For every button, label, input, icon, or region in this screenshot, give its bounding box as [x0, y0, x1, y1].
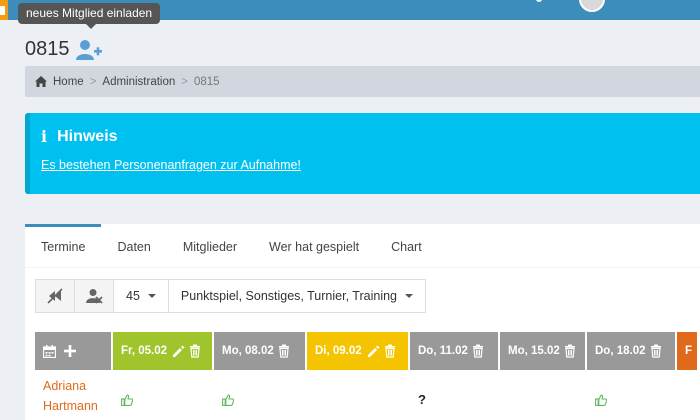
trash-icon[interactable]: [189, 344, 201, 358]
attendance-cell[interactable]: [677, 370, 697, 420]
attendance-unknown: ?: [418, 392, 426, 407]
chevron-down-icon: [147, 294, 156, 298]
attendance-cell[interactable]: [307, 370, 408, 420]
breadcrumb-home[interactable]: Home: [53, 76, 84, 88]
tab-termine[interactable]: Termine: [25, 224, 102, 268]
attendance-cell[interactable]: ?: [410, 370, 498, 420]
breadcrumb-current: 0815: [194, 75, 220, 88]
count-select[interactable]: 45: [113, 279, 169, 313]
date-column-header[interactable]: Fr, 05.02: [113, 332, 212, 370]
tab-chart[interactable]: Chart: [375, 224, 438, 268]
collapse-button[interactable]: [35, 279, 75, 313]
plus-icon[interactable]: [64, 345, 76, 357]
user-avatar[interactable]: [579, 0, 605, 12]
info-callout: i Hinweis Es bestehen Personenanfragen z…: [25, 113, 700, 194]
attendance-cell[interactable]: [500, 370, 585, 420]
tab-mitglieder[interactable]: Mitglieder: [167, 224, 253, 268]
tab-wer-hat-gespielt[interactable]: Wer hat gespielt: [253, 224, 375, 268]
trash-icon[interactable]: [278, 344, 290, 358]
member-name[interactable]: Adriana Hartmann: [35, 370, 111, 416]
tab-bar: Termine Daten Mitglieder Wer hat gespiel…: [25, 224, 700, 268]
date-column-header[interactable]: Do, 18.02: [587, 332, 675, 370]
attendance-table: Adriana Hartmann Fr, 05.02 Mo, 08.02 Di, 0…: [35, 332, 699, 420]
date-column-label: Mo, 08.02: [222, 345, 274, 357]
date-column-header[interactable]: Mo, 08.02: [214, 332, 305, 370]
thumbs-up-icon: [121, 393, 133, 406]
attendance-cell[interactable]: [587, 370, 675, 420]
date-column: Do, 11.02?: [410, 332, 498, 420]
trash-icon[interactable]: [384, 344, 396, 358]
calendar-icon[interactable]: [43, 344, 56, 358]
appointments-toolbar: 45 Punktspiel, Sonstiges, Turnier, Train…: [35, 279, 426, 313]
tab-daten[interactable]: Daten: [101, 224, 166, 268]
date-column-label: Fr, 05.02: [121, 345, 168, 357]
date-column-label: F: [685, 345, 693, 357]
date-column-label: Do, 11.02: [418, 345, 468, 357]
date-column-header[interactable]: Do, 11.02: [410, 332, 498, 370]
breadcrumb-separator: >: [89, 75, 97, 88]
date-column: Fr, 05.02: [113, 332, 212, 420]
attendance-cell[interactable]: [113, 370, 212, 420]
app-logo[interactable]: [0, 0, 8, 20]
attendance-cell[interactable]: [214, 370, 305, 420]
user-plus-icon[interactable]: [75, 39, 103, 61]
collapse-icon: [47, 288, 63, 304]
membership-requests-link[interactable]: Es bestehen Personenanfragen zur Aufnahm…: [41, 158, 301, 172]
page-header: 0815: [25, 38, 103, 61]
event-type-filter[interactable]: Punktspiel, Sonstiges, Turnier, Training: [167, 279, 426, 313]
notification-icon[interactable]: [536, 0, 542, 2]
trash-icon[interactable]: [472, 344, 484, 358]
pencil-icon[interactable]: [366, 344, 380, 358]
invite-member-tooltip: neues Mitglied einladen: [18, 3, 161, 29]
thumbs-up-icon: [595, 393, 607, 406]
event-type-filter-value: Punktspiel, Sonstiges, Turnier, Training: [180, 289, 397, 303]
member-first-name: Adriana: [43, 379, 87, 393]
chevron-down-icon: [405, 294, 413, 298]
date-column-label: Mo, 15.02: [508, 345, 560, 357]
breadcrumb-separator: >: [181, 75, 188, 88]
breadcrumb: Home > Administration > 0815: [25, 66, 700, 97]
trash-icon[interactable]: [650, 344, 662, 358]
count-select-value: 45: [126, 289, 140, 303]
date-column-header[interactable]: F: [677, 332, 697, 370]
date-column: Di, 09.02: [307, 332, 408, 420]
date-column-header[interactable]: Di, 09.02: [307, 332, 408, 370]
date-column: Mo, 15.02: [500, 332, 585, 420]
table-corner-header: [35, 332, 111, 370]
date-column: Do, 18.02: [587, 332, 675, 420]
date-column-label: Di, 09.02: [315, 345, 362, 357]
page-title: 0815: [25, 38, 70, 60]
breadcrumb-administration[interactable]: Administration: [102, 76, 175, 88]
date-column-header[interactable]: Mo, 15.02: [500, 332, 585, 370]
thumbs-up-icon: [222, 393, 234, 406]
user-hide-icon: [86, 289, 103, 304]
pencil-icon[interactable]: [171, 344, 185, 358]
date-column-label: Do, 18.02: [595, 345, 646, 357]
content-box: Termine Daten Mitglieder Wer hat gespiel…: [25, 224, 700, 420]
date-column: F: [677, 332, 697, 420]
home-icon: [35, 76, 47, 87]
date-column: Mo, 08.02: [214, 332, 305, 420]
hide-absent-button[interactable]: [74, 279, 114, 313]
table-name-column: Adriana Hartmann: [35, 332, 111, 420]
info-icon: i: [41, 127, 48, 146]
member-last-name: Hartmann: [43, 399, 98, 413]
trash-icon[interactable]: [564, 344, 576, 358]
callout-title: Hinweis: [57, 127, 118, 145]
